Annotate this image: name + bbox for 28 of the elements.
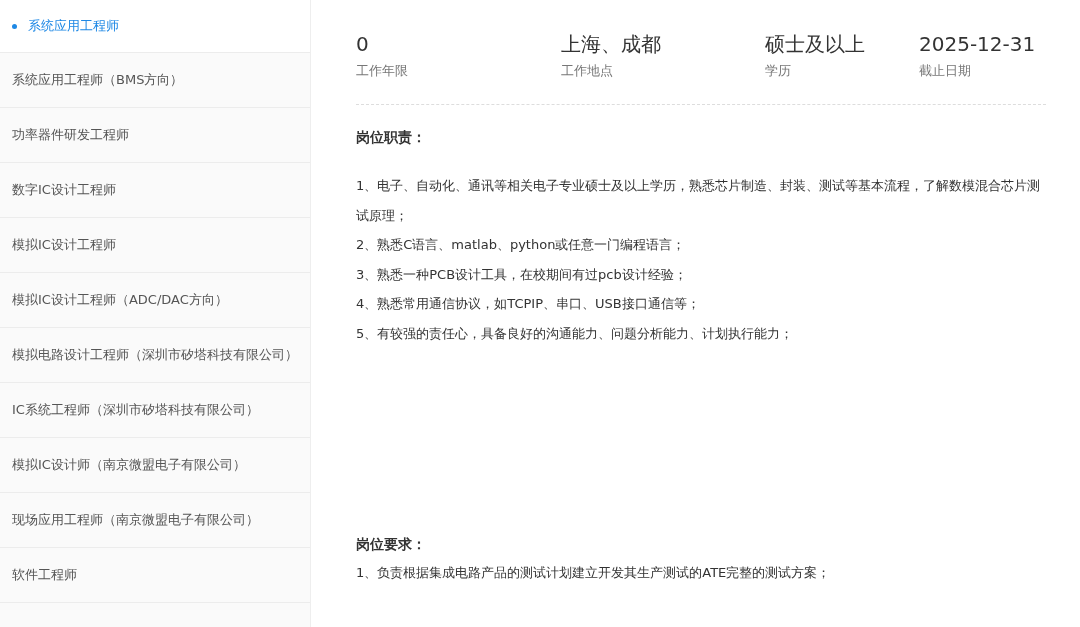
- sidebar-item[interactable]: 模拟IC设计工程师: [0, 218, 310, 273]
- section-heading: 岗位要求：: [356, 536, 427, 554]
- sidebar-item[interactable]: IC系统工程师（深圳市矽塔科技有限公司）: [0, 383, 310, 438]
- summary-label: 工作年限: [356, 62, 409, 80]
- list-item-text: 2、熟悉C语言、matlab、python或任意一门编程语言；: [356, 236, 687, 254]
- sidebar-item[interactable]: 系统应用工程师: [0, 0, 310, 53]
- section-heading: 岗位职责：: [356, 129, 427, 147]
- summary-value: 硕士及以上: [765, 31, 866, 58]
- list-item-text: 5、有较强的责任心，具备良好的沟通能力、问题分析能力、计划执行能力；: [356, 324, 795, 343]
- summary-label: 截止日期: [919, 62, 972, 80]
- summary-value: 2025-12-31: [919, 31, 1037, 58]
- sidebar-item[interactable]: 模拟电路设计工程师（深圳市矽塔科技有限公司）: [0, 328, 310, 383]
- sidebar-item[interactable]: 数字IC设计工程师: [0, 163, 310, 218]
- list-item-text: 4、熟悉常用通信协议，如TCPIP、串口、USB接口通信等；: [356, 295, 701, 313]
- sidebar-item[interactable]: 模拟IC设计工程师（ADC/DAC方向）: [0, 273, 310, 328]
- summary-label: 学历: [765, 62, 792, 80]
- summary-label: 工作地点: [561, 62, 614, 80]
- sidebar-item[interactable]: 软件工程师: [0, 548, 310, 603]
- sidebar-item[interactable]: 功率器件研发工程师: [0, 108, 310, 163]
- list-item-text: 1、电子、自动化、通讯等相关电子专业硕士及以上学历，熟悉芯片制造、封装、测试等基本流程，了解数模混合芯片测试原理；: [356, 177, 1042, 225]
- summary-value: 上海、成都: [561, 31, 662, 58]
- sidebar-item[interactable]: 模拟IC设计师（南京微盟电子有限公司）: [0, 438, 310, 493]
- sidebar-item[interactable]: 现场应用工程师（南京微盟电子有限公司）: [0, 493, 310, 548]
- bullet-icon: [12, 23, 17, 29]
- summary-value: 0: [356, 31, 370, 58]
- list-item-text: 3、熟悉一种PCB设计工具，在校期间有过pcb设计经验；: [356, 265, 688, 284]
- list-item-text: 1、负责根据集成电路产品的测试计划建立开发其生产测试的ATE完整的测试方案；: [356, 564, 832, 582]
- sidebar-item[interactable]: 系统应用工程师（BMS方向）: [0, 53, 310, 108]
